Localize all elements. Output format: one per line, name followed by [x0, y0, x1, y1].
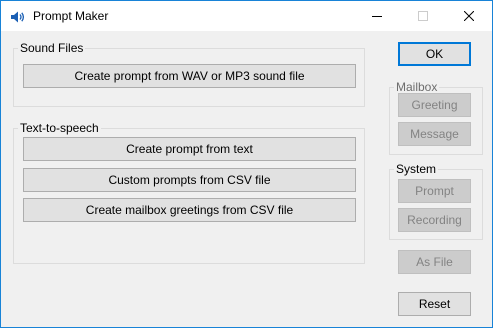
sound-files-legend: Sound Files	[18, 41, 86, 55]
close-button[interactable]	[446, 1, 492, 31]
recording-button[interactable]: Recording	[398, 208, 471, 232]
speaker-icon	[10, 9, 26, 25]
dialog-client-area: Sound Files Create prompt from WAV or MP…	[1, 31, 492, 327]
mailbox-greetings-csv-button[interactable]: Create mailbox greetings from CSV file	[23, 198, 356, 222]
minimize-icon	[372, 16, 382, 17]
maximize-button	[400, 1, 446, 31]
prompt-maker-window: Prompt Maker Sound Files Create prompt f…	[0, 0, 493, 328]
create-from-sound-file-button[interactable]: Create prompt from WAV or MP3 sound file	[23, 64, 356, 88]
text-to-speech-legend: Text-to-speech	[18, 121, 101, 135]
minimize-button[interactable]	[354, 1, 400, 31]
message-button[interactable]: Message	[398, 122, 471, 146]
mailbox-legend: Mailbox	[394, 80, 440, 94]
system-legend: System	[394, 162, 439, 176]
title-bar[interactable]: Prompt Maker	[1, 1, 492, 31]
window-title: Prompt Maker	[33, 9, 109, 23]
close-icon	[464, 11, 474, 21]
prompt-button[interactable]: Prompt	[398, 179, 471, 203]
as-file-button[interactable]: As File	[398, 250, 471, 274]
reset-button[interactable]: Reset	[398, 292, 471, 316]
maximize-icon	[418, 11, 428, 21]
custom-prompts-csv-button[interactable]: Custom prompts from CSV file	[23, 168, 356, 192]
create-from-text-button[interactable]: Create prompt from text	[23, 137, 356, 161]
greeting-button[interactable]: Greeting	[398, 93, 471, 117]
ok-button[interactable]: OK	[398, 42, 471, 66]
